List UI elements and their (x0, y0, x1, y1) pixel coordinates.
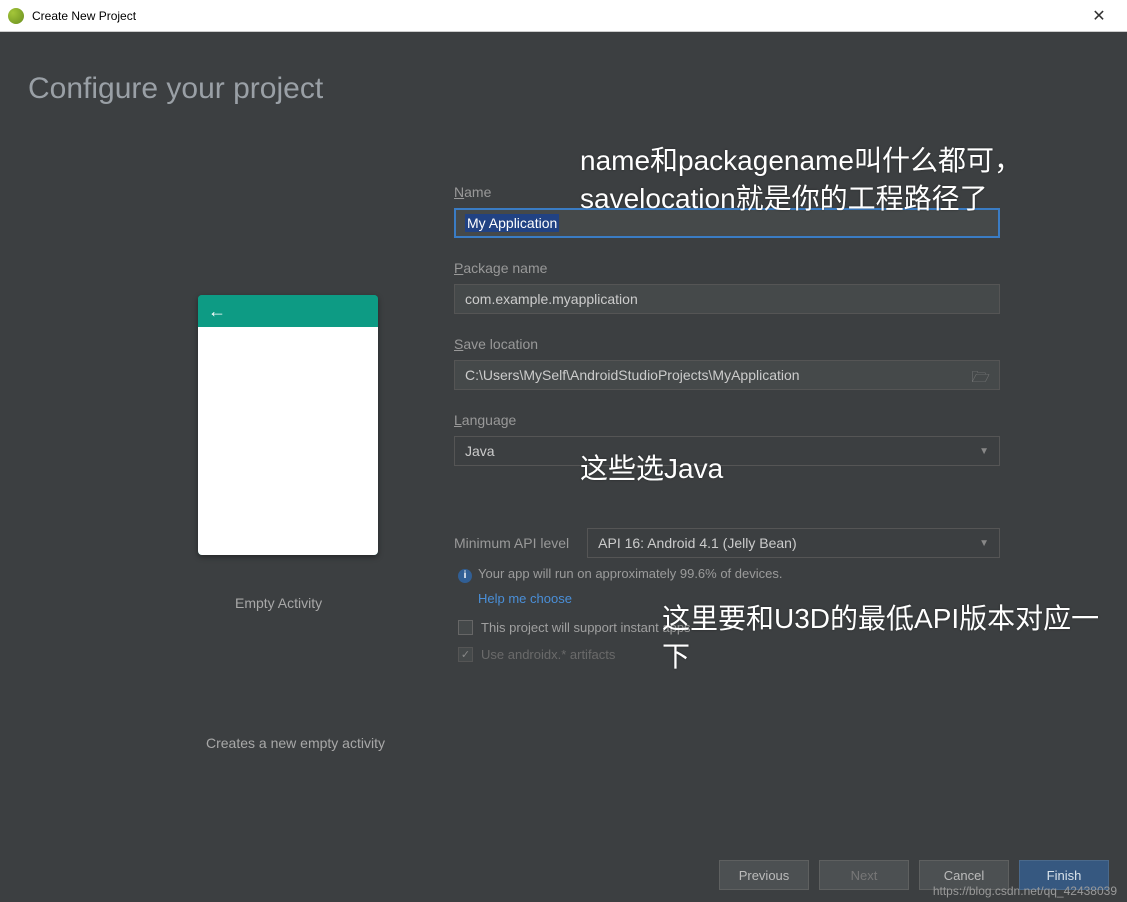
androidx-checkbox (458, 647, 473, 662)
window-title: Create New Project (32, 9, 1079, 23)
info-icon: i (458, 569, 472, 583)
api-info-text: iYour app will run on approximately 99.6… (458, 566, 1000, 583)
instant-apps-label: This project will support instant apps (481, 620, 691, 635)
save-location-input[interactable] (454, 360, 1000, 390)
page-title: Configure your project (28, 72, 323, 106)
chevron-down-icon: ▼ (979, 446, 989, 457)
field-api-level: Minimum API level API 16: Android 4.1 (J… (454, 528, 1000, 662)
api-level-label: Minimum API level (454, 535, 569, 551)
androidx-label: Use androidx.* artifacts (481, 647, 615, 662)
close-icon[interactable]: ✕ (1079, 6, 1119, 26)
androidx-row: Use androidx.* artifacts (458, 647, 1000, 662)
api-level-value: API 16: Android 4.1 (Jelly Bean) (598, 535, 796, 551)
language-select[interactable]: Java ▼ (454, 436, 1000, 466)
template-preview: ← (198, 295, 378, 555)
field-save-location: Save location 🗁 (454, 336, 1000, 390)
previous-button[interactable]: Previous (719, 860, 809, 890)
api-level-select[interactable]: API 16: Android 4.1 (Jelly Bean) ▼ (587, 528, 1000, 558)
field-package: Package name (454, 260, 1000, 314)
preview-body (198, 327, 378, 555)
watermark: https://blog.csdn.net/qq_42438039 (933, 884, 1117, 898)
instant-apps-row[interactable]: This project will support instant apps (458, 620, 1000, 635)
dialog-content: Configure your project ← Empty Activity … (0, 32, 1127, 902)
language-label: Language (454, 412, 1000, 428)
save-location-label: Save location (454, 336, 1000, 352)
next-button: Next (819, 860, 909, 890)
template-name: Empty Activity (235, 595, 322, 611)
titlebar: Create New Project ✕ (0, 0, 1127, 32)
help-choose-link[interactable]: Help me choose (478, 591, 572, 606)
language-value: Java (465, 443, 495, 459)
name-input[interactable]: My Application (454, 208, 1000, 238)
name-label: Name (454, 184, 1000, 200)
preview-header: ← (198, 295, 378, 327)
field-name: Name My Application (454, 184, 1000, 238)
back-arrow-icon: ← (208, 301, 226, 322)
package-label: Package name (454, 260, 1000, 276)
instant-apps-checkbox[interactable] (458, 620, 473, 635)
chevron-down-icon: ▼ (979, 538, 989, 549)
app-icon (8, 8, 24, 24)
package-input[interactable] (454, 284, 1000, 314)
form: Name My Application Package name Save lo… (454, 184, 1000, 684)
field-language: Language Java ▼ (454, 412, 1000, 466)
folder-icon[interactable]: 🗁 (971, 367, 990, 392)
template-description: Creates a new empty activity (206, 735, 385, 751)
